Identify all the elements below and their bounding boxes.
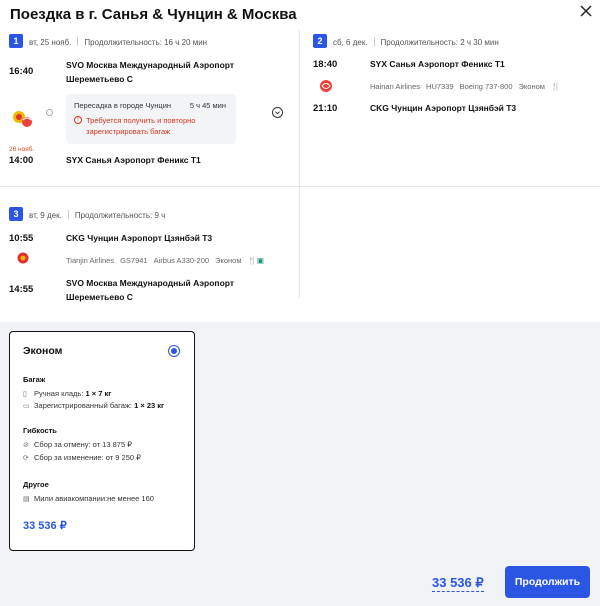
segment-duration: Продолжительность: 9 ч [74, 211, 166, 220]
transfer-warning: Требуется получить и повторно зарегистри… [86, 116, 196, 136]
fare-name: Эконом [23, 345, 63, 357]
arrival-date-note: 26 нояб. [9, 146, 35, 153]
segment-date: вт, 9 дек. [29, 211, 62, 220]
departure-time: 18:40 [313, 59, 338, 70]
airline-name: Tianjin Airlines [66, 256, 115, 265]
timeline-dot [46, 109, 53, 116]
flight-number: HU7339 [426, 82, 454, 91]
aircraft-type: Boeing 737-800 [459, 82, 513, 91]
flexibility-heading: Гибкость [23, 426, 57, 435]
checked-baggage-line: ▭ Зарегистрированный багаж: 1 × 23 кг [23, 401, 165, 410]
departure-airport: CKG Чунцин Аэропорт Цзянбэй T3 [66, 233, 213, 243]
cabin-class: Эконом [518, 82, 545, 91]
miles-line: ▤ Мили авиакомпании:не менее 160 [23, 494, 154, 503]
arrival-airport: SYX Санья Аэропорт Феникс T1 [66, 155, 201, 165]
carry-on-value: 1 × 7 кг [85, 389, 112, 398]
segment-meta: сб, 6 дек. Продолжительность: 2 ч 30 мин [333, 37, 499, 47]
fare-card[interactable]: Эконом Багаж ▯ Ручная кладь: 1 × 7 кг ▭ За… [9, 331, 195, 551]
segment-number-badge: 1 [9, 34, 23, 48]
segment-meta: вт, 9 дек. Продолжительность: 9 ч [29, 210, 165, 220]
row-divider [0, 186, 600, 187]
segment-duration: Продолжительность: 2 ч 30 мин [380, 38, 499, 47]
cancel-fee: ⊘ Сбор за отмену: от 13 875 ₽ [23, 440, 132, 449]
chevron-down-icon[interactable] [272, 107, 283, 118]
miles-icon: ▤ [23, 496, 30, 503]
departure-time: 10:55 [9, 233, 34, 244]
column-divider [299, 30, 300, 298]
transfer-info: Пересадка в городе Чунцин 5 ч 45 мин ! Т… [66, 94, 236, 144]
fare-radio[interactable] [168, 345, 180, 357]
transfer-city: Пересадка в городе Чунцин [74, 101, 172, 110]
segment-duration: Продолжительность: 16 ч 20 мин [84, 38, 208, 47]
segment-number-badge: 2 [313, 34, 327, 48]
arrival-airport: SVO Москва Международный Аэропорт Шереме… [66, 278, 235, 302]
segment-date: вт, 25 нояб. [29, 38, 72, 47]
airline-name: Hainan Airlines [370, 82, 421, 91]
airline-logo-icon [17, 252, 29, 264]
change-fee: ⟳ Сбор за изменение: от 9 250 ₽ [23, 453, 141, 462]
arrival-airport: CKG Чунцин Аэропорт Цзянбэй T3 [370, 103, 517, 113]
segment-number-badge: 3 [9, 207, 23, 221]
suitcase-icon: ▭ [23, 403, 30, 410]
meal-icon: 🍴▣ [247, 256, 264, 265]
transfer-duration: 5 ч 45 мин [189, 101, 226, 110]
warning-icon: ! [74, 116, 82, 124]
arrival-time: 21:10 [313, 103, 338, 114]
flight-info: Hainan Airlines HU7339 Boeing 737-800 Эконо… [370, 82, 566, 91]
aircraft-type: Airbus A330-200 [153, 256, 210, 265]
flight-number: GS7941 [120, 256, 148, 265]
fare-price: 33 536 ₽ [23, 520, 67, 532]
segment-date: сб, 6 дек. [333, 38, 368, 47]
page-title: Поездка в г. Санья & Чунцин & Москва [10, 6, 297, 23]
departure-airport: SYX Санья Аэропорт Феникс T1 [370, 59, 505, 69]
arrival-time: 14:55 [9, 284, 34, 295]
change-icon: ⟳ [23, 455, 29, 462]
carry-on-line: ▯ Ручная кладь: 1 × 7 кг [23, 389, 112, 398]
segment-meta: вт, 25 нояб. Продолжительность: 16 ч 20 м… [29, 37, 207, 47]
arrival-time: 14:00 [9, 155, 34, 166]
flight-info: Tianjin Airlines GS7941 Airbus A330-200 Эко… [66, 256, 270, 265]
close-icon[interactable] [578, 3, 594, 19]
continue-button[interactable]: Продолжить [505, 566, 590, 598]
cabin-class: Эконом [215, 256, 242, 265]
baggage-heading: Багаж [23, 375, 46, 384]
meal-icon: 🍴 [550, 82, 561, 91]
airline-logo-icon [13, 111, 32, 127]
other-heading: Другое [23, 480, 49, 489]
departure-airport: SVO Москва Международный Аэропорт Шереме… [66, 60, 235, 84]
cancel-icon: ⊘ [23, 442, 29, 449]
airline-logo-icon [320, 80, 332, 92]
bag-icon: ▯ [23, 391, 27, 398]
total-price[interactable]: 33 536 ₽ [432, 575, 484, 592]
departure-time: 16:40 [9, 66, 34, 77]
checked-baggage-value: 1 × 23 кг [134, 401, 165, 410]
